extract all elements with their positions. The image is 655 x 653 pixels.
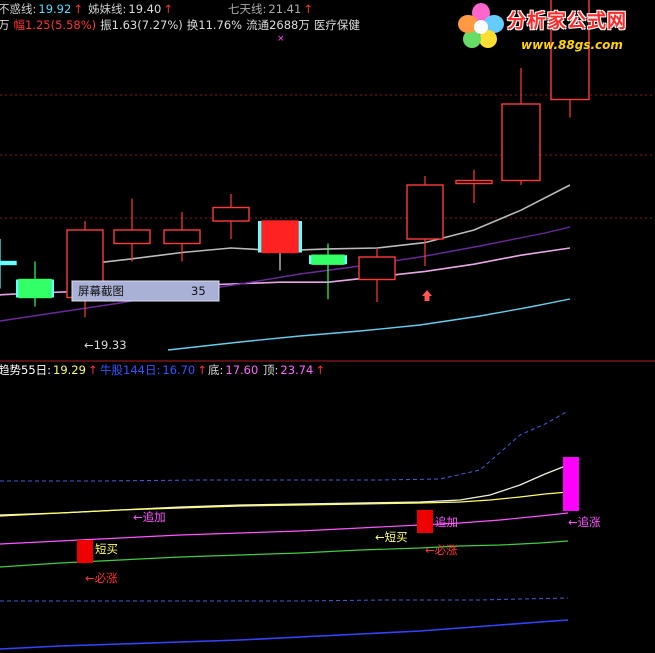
popup-value: 35 [191, 284, 206, 298]
header-label-buhuo: 不惑线: [0, 2, 36, 16]
header-float: 流通2688万 [246, 18, 310, 32]
header-label-zimei: 姊妹线: [88, 2, 126, 16]
legend-bottom-value: 17.60 [225, 363, 258, 377]
candle-body [455, 179, 493, 185]
header-change: 幅1.25(5.58%) [14, 18, 97, 32]
candle-body [358, 256, 396, 281]
header-label-qitian: 七天线: [228, 2, 266, 16]
candle-body [406, 184, 444, 240]
annot-bizhang-2: ←必涨 [425, 543, 458, 557]
annot-zhuijia-1: ←追加 [133, 510, 166, 524]
candle-body [212, 206, 250, 222]
chase-signal-block [563, 457, 579, 511]
svg-text:底:17.60: 底: 17.60 [208, 363, 258, 377]
header-line-2: 万幅1.25(5.58%) 振1.63(7.27%) 换11.76% 流通2688万医… [0, 18, 360, 44]
sub-annotations: ←追加 短买 ←必涨 追加 ←短买 ←必涨 ←追涨 [85, 510, 601, 585]
header-turnover: 换11.76% [187, 18, 242, 32]
site-logo[interactable]: 分析家公式网 www.88gs.com [455, 0, 655, 56]
header-amplitude: 振1.63(7.27%) [100, 18, 183, 32]
legend-bull144-value: 16.70 [162, 363, 195, 377]
annot-duanmai-2: ←短买 [375, 530, 408, 544]
header-sector: 医疗保健 [314, 18, 360, 32]
logo-title: 分析家公式网 [507, 10, 628, 32]
flower-logo-icon [458, 3, 504, 48]
legend-trend55-value: 19.29 [53, 363, 86, 377]
buy-signal-block-1 [77, 540, 93, 563]
candle-body [261, 220, 299, 254]
header-value-buhuo: 19.92 [38, 2, 71, 16]
legend-trend55-arrow: ↑ [88, 363, 98, 377]
candle-body [0, 260, 17, 266]
logo-url: www.88gs.com [521, 38, 623, 52]
header-prefix: 万 [0, 18, 10, 32]
svg-text:不惑线:19.92↑: 不惑线: 19.92 ↑ [0, 2, 83, 16]
bull144-blue-line [0, 619, 569, 650]
cyan-trend-line [167, 298, 571, 351]
svg-text:牛股144日:16.70↑: 牛股144日: 16.70 ↑ [100, 363, 207, 377]
magenta-line [0, 512, 569, 545]
buy-signal-block-2 [417, 510, 433, 533]
header-arrow-zimei: ↑ [163, 2, 173, 16]
legend-top-label: 顶: [263, 363, 278, 377]
legend-top-arrow: ↑ [315, 363, 325, 377]
svg-text:趋势55日:19.29↑: 趋势55日: 19.29 ↑ [0, 363, 98, 377]
header-value-qitian: 21.41 [268, 2, 301, 16]
legend-trend55-label: 趋势55日: [0, 363, 51, 377]
header-line-1: 不惑线: 19.92 ↑ 姊妹线: 19.40 ↑ 七天线: 21.41 ↑ [0, 2, 313, 16]
sub-legend: 趋势55日: 19.29 ↑ 牛股144日: 16.70 ↑ 底: 17.60 顶: 23.… [0, 363, 325, 377]
legend-top-value: 23.74 [280, 363, 313, 377]
top-band-dashed [0, 410, 569, 482]
up-arrow-icon [422, 290, 432, 301]
header-marker: × [277, 34, 285, 44]
candle-body [18, 278, 52, 299]
header-arrow-buhuo: ↑ [73, 2, 83, 16]
legend-bottom-label: 底: [208, 363, 223, 377]
stock-chart: 不惑线: 19.92 ↑ 姊妹线: 19.40 ↑ 七天线: 21.41 ↑ 万幅1.25(… [0, 0, 655, 650]
candle-body [311, 254, 345, 265]
low-price-label: ←19.33 [84, 338, 127, 352]
annot-zhuizhang: ←追涨 [568, 515, 601, 529]
legend-bull144-arrow: ↑ [197, 363, 207, 377]
bottom-band-dashed [0, 597, 569, 602]
header-arrow-qitian: ↑ [303, 2, 313, 16]
svg-text:姊妹线:19.40↑: 姊妹线: 19.40 ↑ [88, 2, 173, 16]
annot-duanmai-1: 短买 [95, 542, 118, 556]
popup-label: 屏幕截图 [78, 284, 124, 298]
svg-text:七天线:21.41↑: 七天线: 21.41 ↑ [228, 2, 313, 16]
candle-body [163, 229, 201, 245]
annot-zhuijia-2: 追加 [435, 515, 458, 529]
annot-bizhang-1: ←必涨 [85, 571, 118, 585]
header-value-zimei: 19.40 [128, 2, 161, 16]
grid-lines [0, 94, 655, 219]
candle-body [501, 103, 541, 182]
svg-text:万幅1.25(5.58%)振1.63(7.27%)换11.7: 万幅1.25(5.58%) 振1.63(7.27%) 换11.76% 流通2688万医… [0, 18, 360, 32]
legend-bull144-label: 牛股144日: [100, 363, 160, 377]
svg-text:顶:23.74↑: 顶: 23.74 ↑ [263, 363, 325, 377]
candle-body [113, 229, 151, 245]
trend55-white-line [0, 464, 569, 516]
